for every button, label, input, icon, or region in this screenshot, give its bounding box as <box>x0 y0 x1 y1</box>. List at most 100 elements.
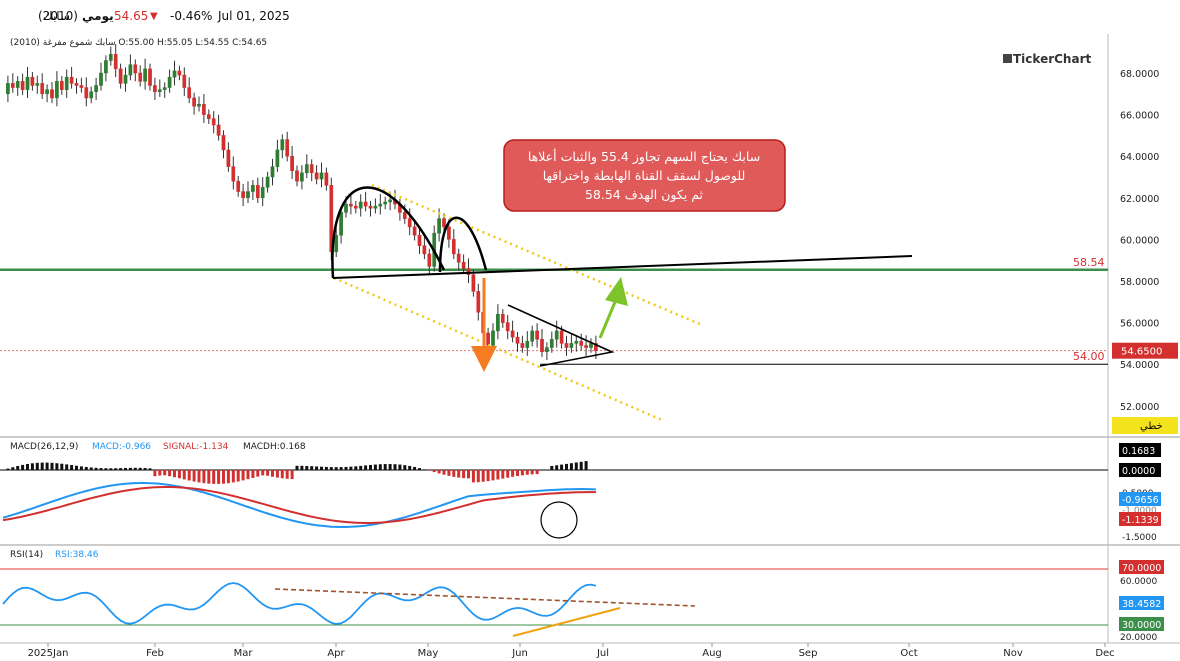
candle-body <box>437 218 441 234</box>
candle-body <box>535 330 539 340</box>
macd-hist-bar <box>349 466 353 470</box>
macd-hist-bar <box>398 464 402 470</box>
macd-hist-bar <box>334 467 338 470</box>
candle-body <box>216 124 221 136</box>
price-tick-label: 60.0000 <box>1120 235 1159 246</box>
candle-body <box>64 76 69 90</box>
candle-body <box>280 139 285 151</box>
change-percent: -0.46% <box>170 9 213 23</box>
candle-body <box>202 103 206 115</box>
macd-hist-bar <box>422 469 426 470</box>
macd-hist-bar <box>50 462 54 470</box>
macd-hist-bar <box>256 470 260 477</box>
macd-hist-bar <box>364 465 368 470</box>
macd-hist-bar <box>138 467 142 470</box>
candle-body <box>89 91 94 99</box>
candle-body <box>187 87 192 99</box>
candle-body <box>113 54 118 70</box>
macd-hist-bar <box>197 470 201 483</box>
macd-hist-bar <box>447 470 451 476</box>
macd-hist-bar <box>467 470 470 479</box>
macd-hist-bar <box>168 470 172 477</box>
price-tick-label: 66.0000 <box>1120 111 1159 122</box>
candle-body <box>339 212 343 236</box>
macd-hist-bar <box>128 467 132 470</box>
macd-hist-bar <box>6 468 10 470</box>
candle-body <box>476 291 481 313</box>
candle-body <box>569 343 574 348</box>
support-level-label: 54.00 <box>1073 350 1105 363</box>
down-arrow-icon: ▼ <box>150 11 158 22</box>
macd-hist-bar <box>119 468 123 470</box>
candle-body <box>349 203 353 207</box>
period-label[interactable]: يومي <box>82 9 114 23</box>
candle-body <box>525 341 530 348</box>
candle-body <box>167 76 172 88</box>
candle-body <box>108 54 113 61</box>
macd-hist-bar <box>560 464 564 470</box>
macd-hist-bar <box>182 470 186 480</box>
macd-hist-bar <box>75 465 78 470</box>
price-tick-label: 56.0000 <box>1120 319 1159 330</box>
candle-body <box>402 212 407 219</box>
candle-body <box>104 60 108 74</box>
candle-body <box>363 201 368 207</box>
macd-hist-bar <box>70 465 74 470</box>
candle-body <box>545 347 549 352</box>
candle-body <box>59 81 64 90</box>
candle-body <box>461 262 466 269</box>
rsi-axis-label: 20.0000 <box>1120 633 1157 643</box>
rsi-title: RSI(14) <box>10 550 43 560</box>
macd-hist-bar <box>378 464 382 470</box>
candle-body <box>246 191 250 199</box>
macd-hist-bar <box>550 466 554 470</box>
annotation-line-1: سابك يحتاج السهم تجاوز 55.4 والثبات أعلا… <box>528 148 760 165</box>
candle-body <box>378 203 383 207</box>
macd-hist-bar <box>565 463 568 470</box>
rsi-value-tag-label: 38.4582 <box>1122 599 1161 610</box>
macd-hist-bar <box>324 466 328 470</box>
macd-hist-bar <box>207 470 211 484</box>
macd-hist-bar <box>236 470 240 482</box>
macd-hist-bar <box>457 470 461 478</box>
macd-hist-bar <box>300 465 304 470</box>
x-axis-month-label: Apr <box>327 648 345 659</box>
macd-hist-bar <box>285 470 289 479</box>
candle-body <box>255 185 260 199</box>
candle-body <box>285 139 290 157</box>
price-tick-label: 58.0000 <box>1120 277 1159 288</box>
macd-hist-bar <box>393 464 397 470</box>
candle-body <box>290 155 294 172</box>
candle-body <box>451 239 456 255</box>
price-tick-label: 62.0000 <box>1120 194 1159 205</box>
macd-hist-bar <box>569 463 573 470</box>
macd-hist-bar <box>520 470 524 476</box>
macd-hist-bar <box>413 466 417 470</box>
candle-body <box>549 338 554 348</box>
macd-hist-bar <box>231 470 235 483</box>
candle-body <box>373 205 378 209</box>
candle-body <box>172 70 177 78</box>
candle-body <box>55 81 59 99</box>
candle-body <box>304 164 309 174</box>
macd-hist-bar <box>266 470 270 476</box>
candle-body <box>510 330 515 338</box>
macd-hist-bar <box>359 465 363 470</box>
candle-body <box>251 185 255 192</box>
candle-body <box>177 70 182 76</box>
candle-body <box>319 172 324 180</box>
candle-body <box>265 176 270 188</box>
macd-hist-bar <box>275 470 279 478</box>
chart-canvas[interactable]: سابك شموع مفرغة (2010) O:55.00 H:55.05 L… <box>0 0 1180 661</box>
price-tick-label: 54.0000 <box>1120 360 1159 371</box>
macd-hist-bar <box>511 470 515 477</box>
candle-body <box>15 81 20 88</box>
macd-hist-bar <box>26 463 29 470</box>
macd-hist-bar <box>320 466 323 470</box>
candle-body <box>515 336 520 344</box>
target-level-label: 58.54 <box>1073 256 1105 269</box>
macd-hist-bar <box>212 470 216 484</box>
candle-body <box>314 172 319 180</box>
macd-hist-bar <box>310 466 314 470</box>
candle-body <box>300 172 304 182</box>
